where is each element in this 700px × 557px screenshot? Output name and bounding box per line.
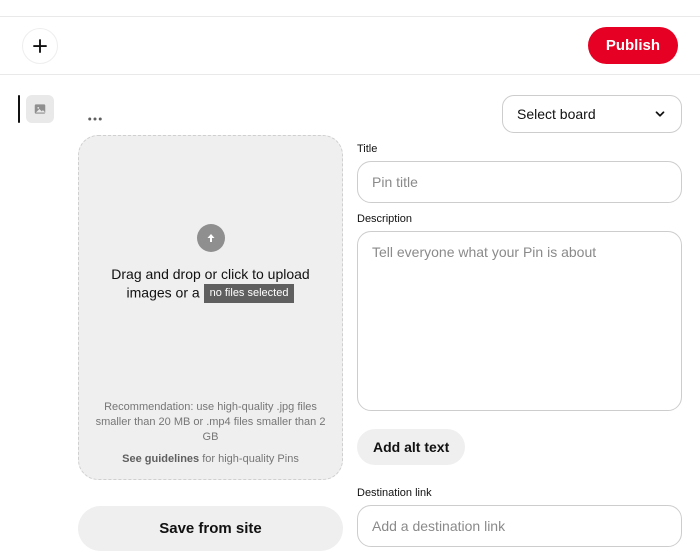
- description-label: Description: [357, 213, 682, 225]
- active-indicator: [18, 95, 20, 123]
- add-alt-text-button[interactable]: Add alt text: [357, 429, 465, 465]
- publish-button[interactable]: Publish: [588, 27, 678, 64]
- left-rail: [18, 95, 64, 551]
- description-group: Description: [357, 213, 682, 411]
- dots-horizontal-icon: [86, 110, 104, 128]
- save-from-site-button[interactable]: Save from site: [78, 506, 343, 551]
- upload-dropzone[interactable]: Drag and drop or click to upload images …: [78, 135, 343, 480]
- upload-arrow-icon: [205, 232, 217, 244]
- plus-icon: [31, 37, 49, 55]
- title-input[interactable]: [357, 161, 682, 203]
- dropzone-instruction: Drag and drop or click to upload images …: [111, 266, 311, 303]
- title-group: Title: [357, 143, 682, 203]
- main-content: Drag and drop or click to upload images …: [0, 75, 700, 551]
- title-label: Title: [357, 143, 682, 155]
- header-bar: Publish: [0, 17, 700, 75]
- board-select-label: Select board: [517, 106, 596, 122]
- description-textarea[interactable]: [357, 231, 682, 411]
- chevron-down-icon: [653, 107, 667, 121]
- upload-icon-circle: [197, 224, 225, 252]
- upload-column: Drag and drop or click to upload images …: [78, 95, 343, 551]
- guidelines-suffix: for high-quality Pins: [199, 453, 299, 465]
- image-thumbnail-icon: [26, 95, 54, 123]
- guidelines-text: See guidelines for high-quality Pins: [96, 453, 326, 465]
- add-button[interactable]: [22, 28, 58, 64]
- guidelines-link[interactable]: See guidelines: [122, 453, 199, 465]
- destination-input[interactable]: [357, 505, 682, 547]
- top-divider: [0, 0, 700, 17]
- draft-thumbnail-indicator[interactable]: [18, 95, 54, 123]
- image-icon: [33, 102, 47, 116]
- form-column: Select board Title Description Add alt t…: [357, 95, 682, 551]
- file-selection-chip: no files selected: [204, 284, 295, 304]
- destination-label: Destination link: [357, 487, 682, 499]
- more-options-button[interactable]: [81, 105, 109, 133]
- destination-group: Destination link: [357, 487, 682, 547]
- board-select-dropdown[interactable]: Select board: [502, 95, 682, 133]
- upload-recommendation-text: Recommendation: use high-quality .jpg fi…: [96, 400, 326, 445]
